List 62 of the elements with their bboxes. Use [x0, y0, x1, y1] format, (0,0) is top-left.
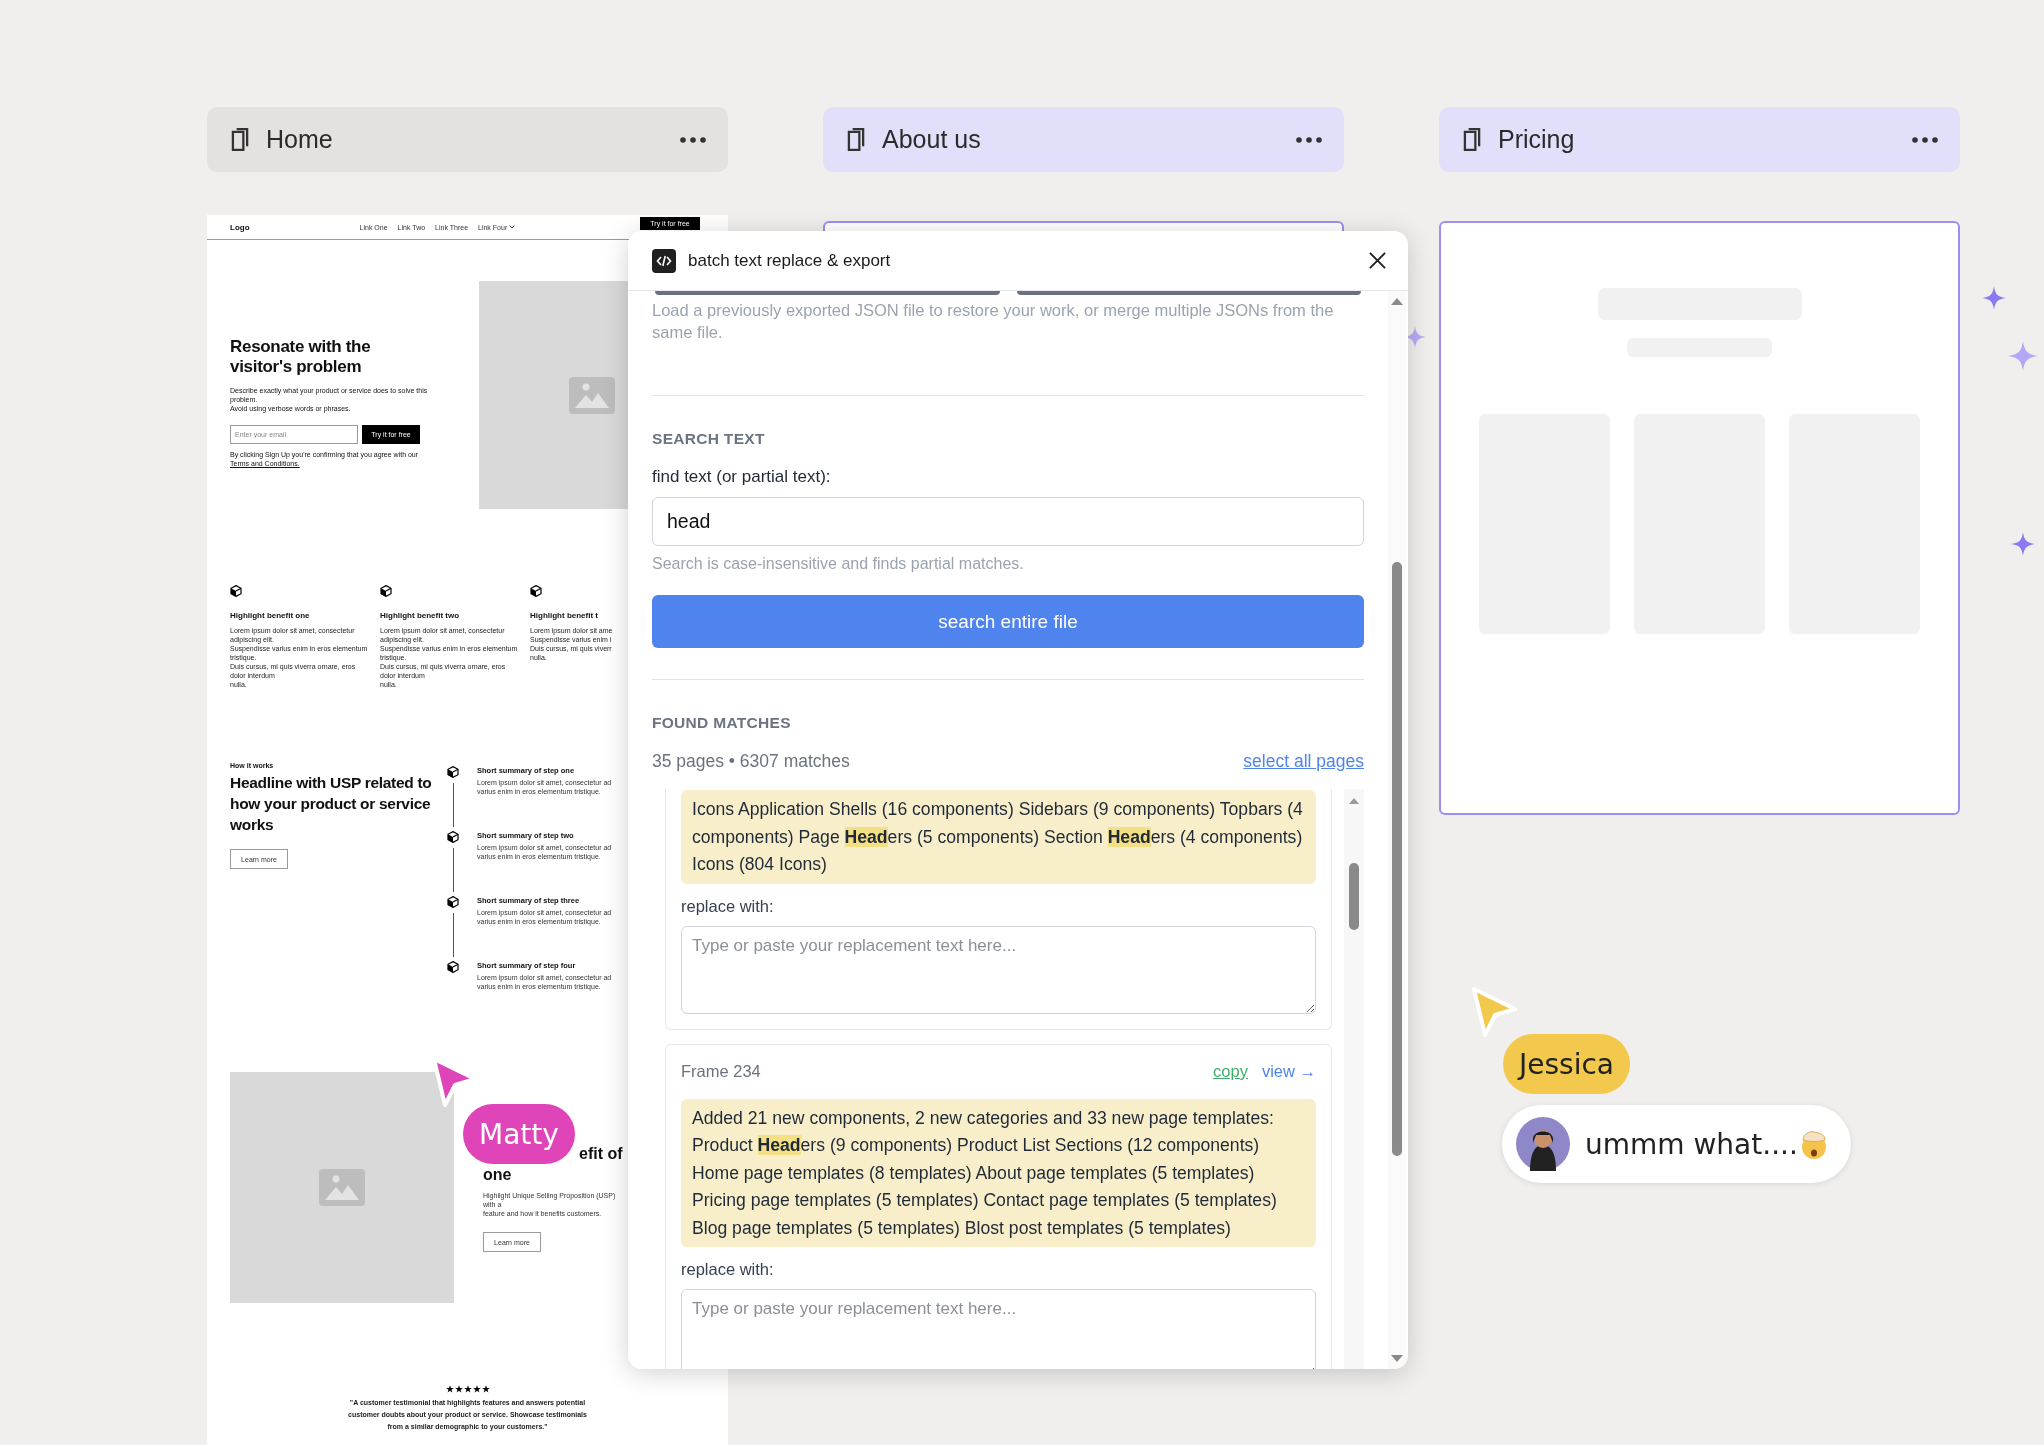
- hint-text: Search is case-insensitive and finds partial matches.: [652, 554, 1025, 574]
- frame-header[interactable]: Pricing: [1439, 107, 1960, 172]
- image-icon: [569, 376, 615, 414]
- field-label: replace with:: [681, 895, 775, 916]
- comment-text: ummm what....: [1585, 1127, 1798, 1161]
- match-text: Icons Application Shells (16 components) Sidebars (9 components) Topbars (4 components) Page Headers (5 components) Section Headers (4 components) Icons (804 Icons): [681, 790, 1316, 884]
- hero-heading: Resonate with the visitor's problem: [230, 337, 372, 377]
- close-button[interactable]: [1368, 251, 1387, 270]
- search-button[interactable]: search entire file: [652, 595, 1364, 648]
- scroll-up-icon: [1348, 797, 1360, 805]
- cube-icon: [447, 831, 459, 843]
- field-label: find text (or partial text):: [652, 467, 832, 487]
- sparkle-icon: [1982, 286, 2006, 310]
- select-all-link[interactable]: select all pages: [1243, 751, 1364, 772]
- frame-title: About us: [882, 125, 981, 154]
- replace-field[interactable]: Type or paste your replacement text here...: [681, 925, 1316, 1014]
- image-icon: [319, 1169, 365, 1206]
- feature-heading: one: [483, 1166, 512, 1183]
- cube-icon: [230, 585, 242, 597]
- scrollbar-thumb: [1349, 863, 1359, 930]
- field-label: replace with:: [681, 1259, 775, 1279]
- cube-icon: [530, 585, 542, 597]
- search-field[interactable]: head: [652, 497, 1364, 546]
- benefit-title: Highlight benefit t: [530, 611, 599, 620]
- collaborator-label: Jessica: [1503, 1034, 1630, 1094]
- view-link[interactable]: view →: [1261, 1062, 1316, 1081]
- cube-icon: [380, 585, 392, 597]
- page-icon: [231, 127, 250, 152]
- scroll-up-icon: [1390, 297, 1404, 306]
- frame-header[interactable]: Home: [207, 107, 728, 172]
- benefit-title: Highlight benefit one: [230, 611, 311, 620]
- page-icon: [847, 127, 866, 152]
- collaborator-label: Matty: [463, 1104, 575, 1164]
- scroll-down-icon: [1390, 1354, 1404, 1363]
- logo: Logo: [230, 222, 250, 232]
- frame-title: Home: [266, 125, 333, 154]
- panel-title: batch text replace & export: [688, 250, 891, 271]
- sparkle-icon: [2008, 341, 2038, 371]
- more-icon[interactable]: [1912, 136, 1938, 143]
- feature-heading: efit of: [579, 1144, 623, 1164]
- code-icon: [652, 248, 676, 273]
- benefit-title: Highlight benefit two: [380, 611, 461, 620]
- replace-field[interactable]: Type or paste your replacement text here...: [681, 1289, 1316, 1369]
- page-icon: [1463, 127, 1482, 152]
- more-icon[interactable]: [1296, 136, 1322, 143]
- description-text: Load a previously exported JSON file to restore your work, or merge multiple JSONs from the same file.: [652, 300, 1335, 343]
- avatar: [1516, 1117, 1570, 1171]
- cube-icon: [447, 766, 459, 778]
- cursor-icon: [1469, 984, 1519, 1040]
- section-heading: FOUND MATCHES: [652, 714, 792, 732]
- cube-icon: [447, 961, 459, 973]
- sparkle-icon: [2011, 532, 2035, 556]
- match-count: 35 pages • 6307 matches: [652, 751, 850, 772]
- cube-icon: [447, 896, 459, 908]
- match-text: Added 21 new components, 2 new categories and 33 new page templates: Product Headers (9 components) Product List Sections (12 components) Home page templates (8 templates) About page templates (5 templates) Pricing page templates (5 templates) Contact page templates (5 templates) Blog page templates (5 templates) Blost post templates (5 templates): [681, 1098, 1316, 1247]
- section-heading: Headline with USP related to how your product or service works: [230, 773, 433, 835]
- more-icon[interactable]: [680, 136, 706, 143]
- section-heading: SEARCH TEXT: [652, 430, 766, 448]
- frame-header[interactable]: About us: [823, 107, 1344, 172]
- frame-title: Pricing: [1498, 125, 1575, 154]
- close-icon: [1368, 251, 1387, 270]
- frame-name: Frame 234: [681, 1062, 761, 1081]
